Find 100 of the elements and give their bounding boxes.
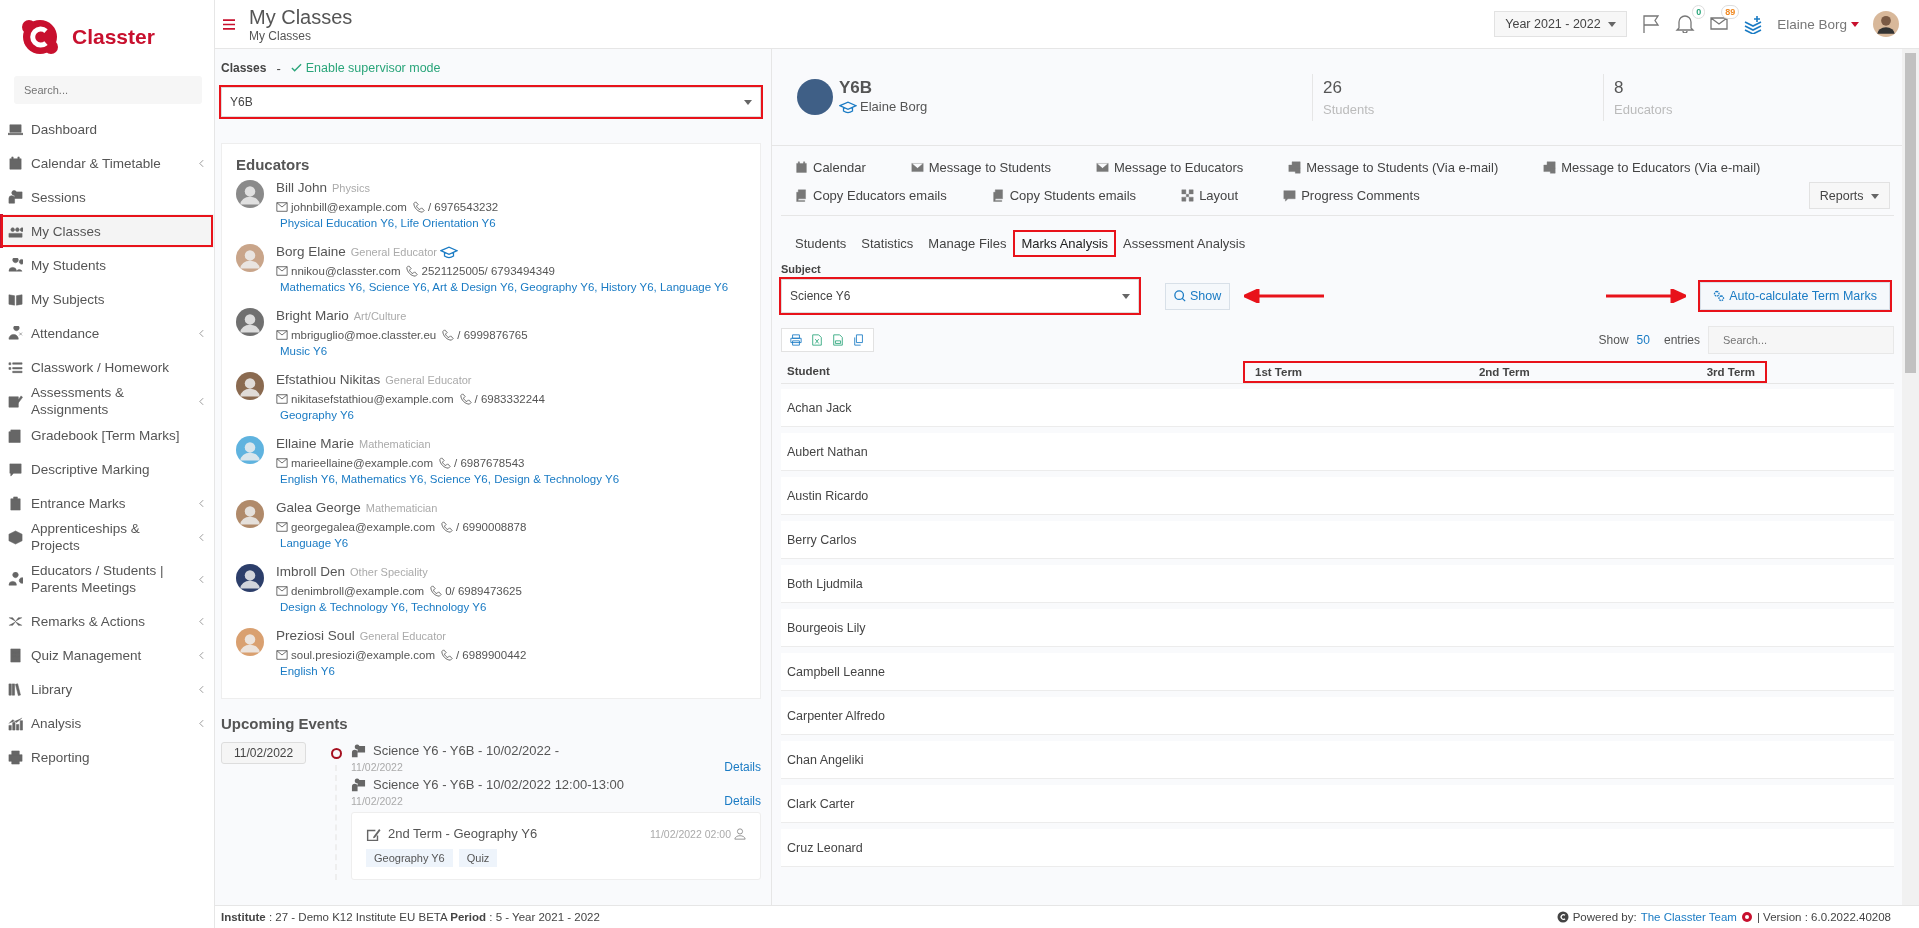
chevron-icon: [199, 396, 204, 406]
breadcrumb: My Classes: [249, 28, 312, 43]
grid-icon: [1181, 189, 1195, 202]
assessment-datetime: 11/02/2022 02:00: [650, 827, 731, 842]
menu-label: Descriptive Marking: [31, 460, 151, 478]
separator: -: [276, 60, 281, 76]
details-link[interactable]: Details: [724, 760, 761, 774]
auto-calculate-button[interactable]: Auto-calculate Term Marks: [1700, 282, 1890, 310]
educator-subjects[interactable]: Music Y6: [276, 345, 531, 357]
phone-icon: [459, 393, 472, 405]
envelope-icon: [276, 393, 288, 405]
bell-icon[interactable]: [1675, 12, 1696, 33]
print-icon[interactable]: [790, 334, 802, 346]
sidebar-item[interactable]: Remarks & Actions: [0, 604, 214, 638]
sidebar-item[interactable]: My Classes: [0, 214, 214, 248]
subject-select[interactable]: Science Y6: [781, 279, 1139, 313]
sidebar-item[interactable]: My Subjects: [0, 282, 214, 316]
menu-label: Library: [31, 680, 74, 698]
search-field[interactable]: Search...: [14, 76, 202, 104]
sidebar-item[interactable]: My Students: [0, 248, 214, 282]
page-title: My Classes: [249, 5, 353, 29]
tab[interactable]: Students: [789, 232, 853, 255]
tab[interactable]: Assessment Analysis: [1117, 232, 1252, 255]
avatar[interactable]: [1873, 11, 1899, 37]
menu-item-icon: [8, 359, 23, 375]
educator-email: johnbill@example.com: [291, 200, 407, 215]
sidebar-item[interactable]: Classwork / Homework: [0, 350, 214, 384]
educator-subjects[interactable]: Geography Y6: [276, 409, 548, 421]
details-link[interactable]: Details: [724, 794, 761, 808]
show-button[interactable]: Show: [1165, 282, 1231, 310]
sidebar-item[interactable]: Sessions: [0, 180, 214, 214]
menu-icon[interactable]: [223, 18, 235, 30]
educator-role: General Educator: [350, 245, 437, 260]
sidebar-item[interactable]: Calendar & Timetable: [0, 146, 214, 180]
event-title: Science Y6 - Y6B - 10/02/2022 -: [373, 742, 559, 760]
sidebar-item[interactable]: Gradebook [Term Marks]: [0, 418, 214, 452]
educator-phone: / 6999876765: [457, 328, 528, 343]
sidebar-item[interactable]: Descriptive Marking: [0, 452, 214, 486]
class-select[interactable]: Y6B: [221, 87, 761, 117]
sidebar-item[interactable]: Reporting: [0, 740, 214, 774]
version-label: | Version : 6.0.2022.40208: [1756, 911, 1891, 923]
sidebar-item[interactable]: Assessments & Assignments: [0, 384, 214, 418]
action-link[interactable]: Layout: [1181, 188, 1239, 203]
layers-icon[interactable]: [1743, 14, 1764, 34]
tab[interactable]: Manage Files: [922, 232, 1013, 255]
action-link[interactable]: Message to Educators (Via e-mail): [1543, 160, 1761, 175]
chevron-icon: [199, 650, 204, 660]
check-icon: [290, 63, 302, 73]
sidebar-item[interactable]: Quiz Management: [0, 638, 214, 672]
sidebar-item[interactable]: Educators / Students | Parents Meetings: [0, 554, 214, 604]
action-link[interactable]: Progress Comments: [1283, 188, 1420, 203]
session-icon: [351, 777, 366, 793]
educator-phone: / 6990008878: [456, 520, 527, 535]
tag: Quiz: [458, 849, 498, 867]
action-link[interactable]: Message to Students (Via e-mail): [1288, 160, 1499, 175]
csv-icon[interactable]: [832, 334, 844, 346]
chevron-icon: [199, 328, 204, 338]
table-search-field[interactable]: Search...: [1708, 326, 1894, 354]
phone-icon: [412, 201, 425, 213]
educator-subjects[interactable]: Mathematics Y6, Science Y6, Art & Design Y6, Geography Y6, History Y6, Language Y6: [276, 281, 729, 293]
page-size[interactable]: 50: [1636, 333, 1650, 347]
educator-subjects[interactable]: Design & Technology Y6, Technology Y6: [276, 601, 525, 613]
avatar: [236, 308, 264, 336]
caret-icon[interactable]: [1851, 21, 1859, 27]
sidebar-item[interactable]: Entrance Marks: [0, 486, 214, 520]
educator-subjects[interactable]: Language Y6: [276, 537, 530, 549]
educator-role: General Educator: [385, 373, 472, 388]
logo-icon: [1740, 911, 1753, 923]
menu-label: Educators / Students | Parents Meetings: [31, 562, 165, 596]
event-date: 11/02/2022: [351, 760, 403, 774]
tag: Geography Y6: [366, 849, 453, 867]
sidebar-item[interactable]: Dashboard: [0, 112, 214, 146]
sidebar-item[interactable]: Library: [0, 672, 214, 706]
chevron-icon: [199, 684, 204, 694]
sidebar-item[interactable]: Attendance: [0, 316, 214, 350]
menu-label: Quiz Management: [31, 646, 143, 664]
educator-email: georgegalea@example.com: [291, 520, 435, 535]
excel-icon[interactable]: [811, 334, 823, 346]
educator-subjects[interactable]: English Y6, Mathematics Y6, Science Y6, Design & Technology Y6: [276, 473, 620, 485]
scrollbar[interactable]: [1902, 49, 1919, 905]
educator-subjects[interactable]: Physical Education Y6, Life Orientation Y6: [276, 217, 502, 229]
menu-item-icon: [8, 291, 23, 307]
action-link[interactable]: Copy Educators emails: [795, 188, 947, 203]
action-link[interactable]: Message to Students: [910, 160, 1051, 175]
tab[interactable]: Marks Analysis: [1015, 232, 1115, 255]
action-link[interactable]: Calendar: [795, 160, 866, 175]
action-link[interactable]: Message to Educators: [1095, 160, 1244, 175]
copy-icon[interactable]: [853, 334, 865, 346]
reports-dropdown[interactable]: Reports: [1808, 182, 1890, 209]
menu-item-icon: [8, 529, 23, 545]
year-dropdown[interactable]: Year 2021 - 2022: [1494, 11, 1628, 37]
sidebar-item[interactable]: Apprenticeships & Projects: [0, 520, 214, 554]
sidebar-item[interactable]: Analysis: [0, 706, 214, 740]
action-link[interactable]: Copy Students emails: [991, 188, 1137, 203]
educator-name: Galea George: [276, 499, 361, 517]
educator-subjects[interactable]: English Y6: [276, 665, 530, 677]
tab[interactable]: Statistics: [855, 232, 920, 255]
flag-icon[interactable]: [1641, 14, 1662, 34]
team-link[interactable]: The Classter Team: [1640, 911, 1737, 923]
user-name[interactable]: Elaine Borg: [1777, 16, 1847, 32]
